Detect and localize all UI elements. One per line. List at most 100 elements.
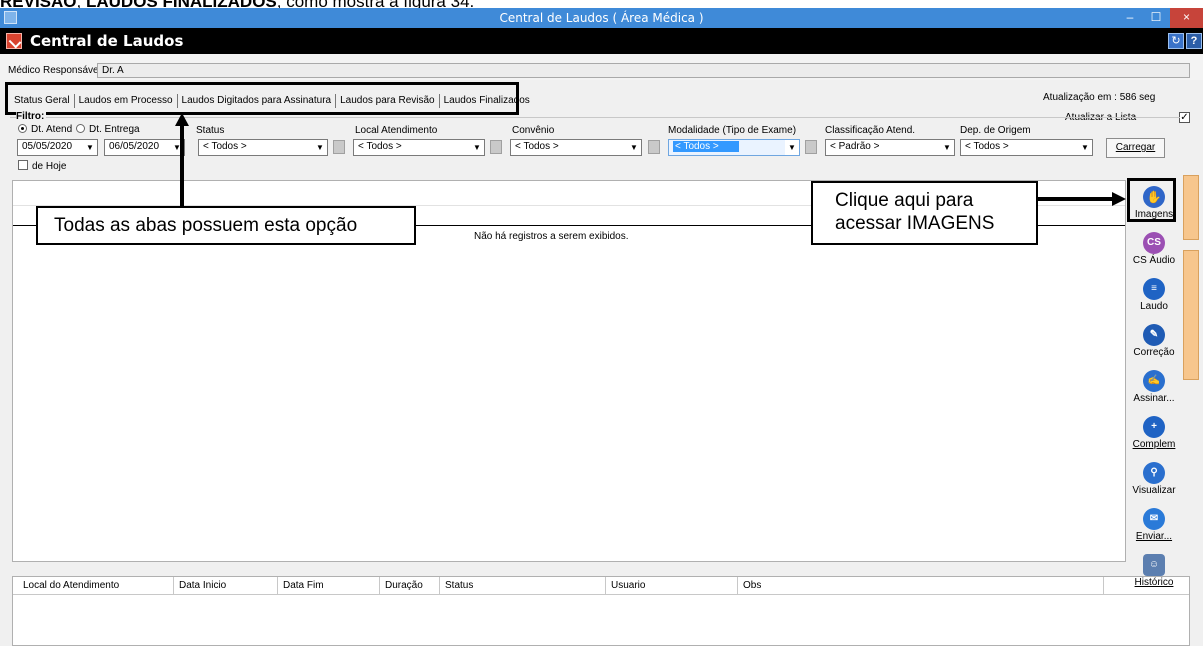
- convenio-list-icon[interactable]: [648, 140, 660, 154]
- status-list-icon[interactable]: [333, 140, 345, 154]
- log-col-data-inicio[interactable]: Data Inicio: [179, 580, 226, 591]
- update-timer: Atualização em : 586 seg: [1043, 92, 1156, 103]
- label-modalidade: Modalidade (Tipo de Exame): [668, 125, 797, 136]
- imagens-highlight-box: [1127, 178, 1176, 222]
- grid-empty-message: Não há registros a serem exibidos.: [474, 231, 629, 242]
- callout-imagens-line2: acessar IMAGENS: [835, 213, 995, 234]
- magnifier-icon: ⚲: [1143, 462, 1165, 484]
- complem-label: Complem: [1129, 439, 1179, 450]
- radio-dt-atend[interactable]: Dt. Atend: [18, 123, 73, 135]
- date-to-value: 06/05/2020: [109, 141, 160, 152]
- date-from-value: 05/05/2020: [22, 141, 73, 152]
- assinar-label: Assinar...: [1133, 393, 1175, 404]
- log-col-duracao[interactable]: Duração: [385, 580, 423, 591]
- radio-dt-entrega[interactable]: Dt. Entrega: [76, 123, 140, 135]
- log-col-divider: [1103, 577, 1104, 595]
- local-list-icon[interactable]: [490, 140, 502, 154]
- medico-label: Médico Responsável:: [8, 65, 104, 76]
- window-title: Central de Laudos ( Área Médica ): [499, 11, 704, 25]
- side-panel-tab-bottom[interactable]: [1183, 250, 1199, 380]
- label-convenio: Convênio: [512, 125, 555, 136]
- carregar-button[interactable]: Carregar: [1106, 138, 1165, 158]
- dep-origem-select[interactable]: < Todos > ▼: [960, 139, 1093, 156]
- correcao-label: Correção: [1133, 347, 1175, 358]
- classificacao-select[interactable]: < Padrão > ▼: [825, 139, 955, 156]
- side-panel-tab-top[interactable]: [1183, 175, 1199, 240]
- enviar-label-text: Enviar...: [1135, 531, 1173, 542]
- label-dep-origem: Dep. de Origem: [960, 125, 1031, 136]
- log-col-obs[interactable]: Obs: [743, 580, 761, 591]
- date-to-picker[interactable]: 06/05/2020 ▼: [104, 139, 185, 156]
- annotation-arrow-up: [180, 124, 184, 207]
- signature-icon: ✍: [1143, 370, 1165, 392]
- enviar-button[interactable]: ✉ Enviar...: [1129, 504, 1179, 554]
- complem-label-text: Complem: [1132, 439, 1176, 450]
- modalidade-list-icon[interactable]: [805, 140, 817, 154]
- chevron-down-icon[interactable]: ▼: [1078, 140, 1092, 155]
- user-history-icon: ☺: [1143, 554, 1165, 576]
- radio-label: Dt. Atend: [31, 124, 73, 135]
- cs-audio-label: CS Áudio: [1132, 255, 1176, 266]
- assinar-button[interactable]: ✍ Assinar...: [1129, 366, 1179, 416]
- callout-imagens-line1: Clique aqui para: [835, 190, 974, 211]
- radio-dot: [18, 123, 27, 133]
- chevron-down-icon[interactable]: ▼: [627, 140, 641, 155]
- log-col-divider: [439, 577, 440, 595]
- classificacao-value: < Padrão >: [830, 141, 880, 152]
- annotation-arrowhead-up: [175, 113, 189, 126]
- pencil-icon: ✎: [1143, 324, 1165, 346]
- log-col-data-fim[interactable]: Data Fim: [283, 580, 324, 591]
- auto-update-checkbox[interactable]: ✓: [1179, 112, 1190, 123]
- convenio-value: < Todos >: [515, 141, 559, 152]
- log-col-status[interactable]: Status: [445, 580, 473, 591]
- chevron-down-icon[interactable]: ▼: [785, 140, 799, 155]
- hoje-checkbox-box[interactable]: [18, 160, 28, 171]
- maximize-button[interactable]: ☐: [1143, 8, 1169, 28]
- log-col-divider: [379, 577, 380, 595]
- medico-field: Dr. A: [97, 63, 1190, 78]
- callout-imagens-note: Clique aqui para acessar IMAGENS: [811, 181, 1038, 245]
- chevron-down-icon[interactable]: ▼: [940, 140, 954, 155]
- app-logo-icon: [6, 33, 22, 49]
- help-button[interactable]: ?: [1186, 33, 1202, 49]
- complem-button[interactable]: + Complem: [1129, 412, 1179, 462]
- hoje-checkbox[interactable]: de Hoje: [18, 160, 66, 172]
- sync-button[interactable]: ↻: [1168, 33, 1184, 49]
- log-table[interactable]: Local do Atendimento Data Inicio Data Fi…: [12, 576, 1190, 646]
- label-local: Local Atendimento: [355, 125, 438, 136]
- modalidade-select[interactable]: < Todos > ▼: [668, 139, 800, 156]
- laudo-button[interactable]: ≡ Laudo: [1129, 274, 1179, 324]
- medico-row: Médico Responsável: Dr. A: [0, 54, 1203, 80]
- local-value: < Todos >: [358, 141, 402, 152]
- close-button[interactable]: ×: [1170, 8, 1203, 28]
- app-title: Central de Laudos: [30, 32, 184, 50]
- status-value: < Todos >: [203, 141, 247, 152]
- laudo-label: Laudo: [1140, 301, 1168, 312]
- correcao-button[interactable]: ✎ Correção: [1129, 320, 1179, 370]
- log-col-local[interactable]: Local do Atendimento: [23, 580, 119, 591]
- log-table-header: Local do Atendimento Data Inicio Data Fi…: [13, 577, 1189, 595]
- visualizar-label: Visualizar: [1132, 485, 1176, 496]
- radio-dot: [76, 123, 85, 133]
- status-select[interactable]: < Todos > ▼: [198, 139, 328, 156]
- historico-button[interactable]: ☺ Histórico: [1129, 550, 1179, 600]
- local-select[interactable]: < Todos > ▼: [353, 139, 485, 156]
- document-caption: REVISÃO, LAUDOS FINALIZADOS, como mostra…: [0, 0, 474, 8]
- chevron-down-icon[interactable]: ▼: [470, 140, 484, 155]
- log-col-divider: [173, 577, 174, 595]
- cs-audio-button[interactable]: CS CS Áudio: [1129, 228, 1179, 278]
- enviar-label: Enviar...: [1129, 531, 1179, 542]
- chevron-down-icon[interactable]: ▼: [83, 140, 97, 155]
- chevron-down-icon[interactable]: ▼: [313, 140, 327, 155]
- annotation-arrowhead-right: [1112, 192, 1126, 206]
- add-document-icon: +: [1143, 416, 1165, 438]
- date-from-picker[interactable]: 05/05/2020 ▼: [17, 139, 98, 156]
- log-col-usuario[interactable]: Usuario: [611, 580, 645, 591]
- visualizar-button[interactable]: ⚲ Visualizar: [1129, 458, 1179, 508]
- label-classificacao: Classificação Atend.: [825, 125, 916, 136]
- convenio-select[interactable]: < Todos > ▼: [510, 139, 642, 156]
- minimize-button[interactable]: –: [1117, 8, 1143, 28]
- log-col-divider: [277, 577, 278, 595]
- historico-label-text: Histórico: [1134, 577, 1174, 588]
- document-icon: ≡: [1143, 278, 1165, 300]
